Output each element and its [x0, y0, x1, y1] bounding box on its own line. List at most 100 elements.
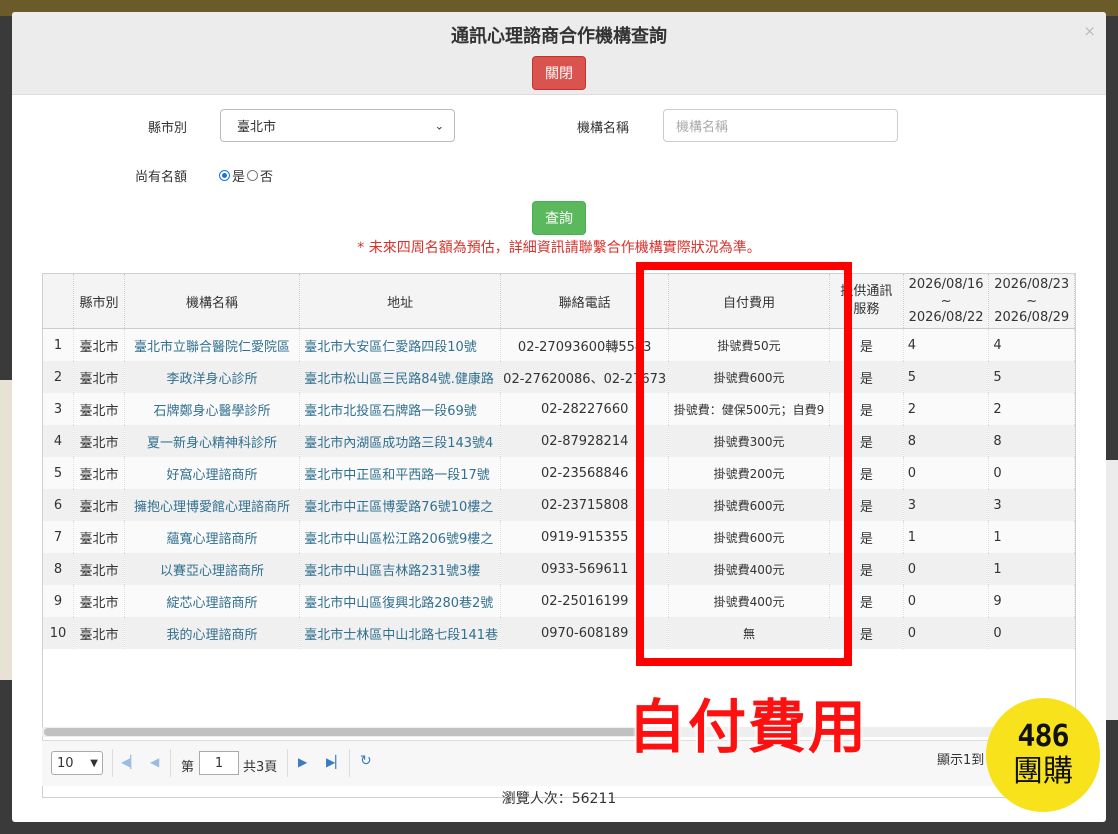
- cell-week2: 0: [988, 457, 1075, 489]
- city-select-value: 臺北市: [237, 120, 277, 135]
- cell-name[interactable]: 蘊寬心理諮商所: [124, 521, 301, 553]
- table-row[interactable]: 6 臺北市 擁抱心理博愛館心理諮商所 臺北市中正區博愛路76號10樓之 02-2…: [43, 489, 1075, 521]
- cell-address[interactable]: 臺北市中正區博愛路76號10樓之: [299, 489, 502, 521]
- quota-label: 尚有名額: [135, 170, 188, 185]
- cell-name[interactable]: 好窩心理諮商所: [124, 457, 301, 489]
- cell-week1: 1: [903, 521, 990, 553]
- table-row[interactable]: 10 臺北市 我的心理諮商所 臺北市士林區中山北路七段141巷 0970-608…: [43, 617, 1075, 649]
- annotation-label: 自付費用: [628, 693, 869, 761]
- pagination-bar: 10 ▼ ◀▏ ◀ 第 1 共3頁 ▶ ▶▏ ↻ 顯示1到: [42, 740, 1076, 786]
- org-name-label: 機構名稱: [577, 121, 630, 136]
- table-row[interactable]: 4 臺北市 夏一新身心精神科診所 臺北市內湖區成功路三段143號4 02-879…: [43, 425, 1075, 457]
- cell-address[interactable]: 臺北市北投區石牌路一段69號: [299, 393, 502, 425]
- cell-city: 臺北市: [73, 393, 125, 425]
- quota-radio-group: 是 否: [219, 166, 273, 185]
- cell-address[interactable]: 臺北市中山區松江路206號9樓之: [299, 521, 502, 553]
- dialog-title: 通訊心理諮商合作機構查詢: [451, 26, 667, 47]
- page-size-value: 10: [57, 755, 74, 771]
- cell-city: 臺北市: [73, 457, 125, 489]
- cell-week2: 3: [988, 489, 1075, 521]
- notice-text: * 未來四周名額為預估，詳細資訊請聯繫合作機構實際狀況為準。: [357, 240, 761, 256]
- cell-address[interactable]: 臺北市內湖區成功路三段143號4: [299, 425, 502, 457]
- first-page-icon[interactable]: ◀▏: [121, 755, 139, 769]
- cell-week1: 4: [903, 328, 990, 361]
- cell-address[interactable]: 臺北市中山區吉林路231號3樓: [299, 553, 502, 585]
- page-number-input[interactable]: 1: [199, 751, 239, 775]
- dialog-header: 通訊心理諮商合作機構查詢 × 關閉: [12, 12, 1106, 95]
- page-total: 共3頁: [243, 760, 278, 775]
- cell-index: 8: [43, 553, 75, 585]
- cell-week2: 1: [988, 553, 1075, 585]
- radio-yes-label: 是: [232, 170, 246, 185]
- cell-week2: 9: [988, 585, 1075, 617]
- cell-address[interactable]: 臺北市大安區仁愛路四段10號: [299, 328, 502, 361]
- cell-address[interactable]: 臺北市中山區復興北路280巷2號: [299, 585, 502, 617]
- col-header-name[interactable]: 機構名稱: [124, 274, 301, 329]
- city-label: 縣市別: [148, 121, 188, 136]
- week2-tilde: ~: [1026, 293, 1038, 309]
- horizontal-scrollbar[interactable]: [42, 727, 1042, 737]
- table-row[interactable]: 5 臺北市 好窩心理諮商所 臺北市中正區和平西路一段17號 02-2356884…: [43, 457, 1075, 489]
- city-select[interactable]: 臺北市 ⌄: [220, 109, 455, 142]
- col-header-address[interactable]: 地址: [299, 274, 502, 329]
- page-size-select[interactable]: 10 ▼: [51, 751, 103, 775]
- chevron-down-icon: ⌄: [434, 119, 444, 132]
- results-grid: 縣市別 機構名稱 地址 聯絡電話 自付費用 提供通訊服務 2026/08/16 …: [43, 274, 1075, 649]
- table-row[interactable]: 7 臺北市 蘊寬心理諮商所 臺北市中山區松江路206號9樓之 0919-9153…: [43, 521, 1075, 553]
- col-header-city[interactable]: 縣市別: [73, 274, 125, 329]
- logo-number: 486: [1017, 719, 1069, 754]
- cell-address[interactable]: 臺北市中正區和平西路一段17號: [299, 457, 502, 489]
- prev-page-icon[interactable]: ◀: [150, 755, 159, 769]
- cell-week2: 1: [988, 521, 1075, 553]
- cell-index: 4: [43, 425, 75, 457]
- org-name-input[interactable]: 機構名稱: [663, 109, 898, 142]
- close-icon[interactable]: ×: [1083, 22, 1096, 40]
- cell-city: 臺北市: [73, 489, 125, 521]
- table-row[interactable]: 1 臺北市 臺北市立聯合醫院仁愛院區 臺北市大安區仁愛路四段10號 02-270…: [43, 328, 1075, 361]
- cell-name[interactable]: 以賽亞心理諮商所: [124, 553, 301, 585]
- visit-counter: 瀏覽人次：56211: [501, 791, 617, 807]
- table-row[interactable]: 8 臺北市 以賽亞心理諮商所 臺北市中山區吉林路231號3樓 0933-5696…: [43, 553, 1075, 585]
- cell-index: 1: [43, 328, 75, 361]
- table-row[interactable]: 3 臺北市 石牌鄭身心醫學診所 臺北市北投區石牌路一段69號 02-282276…: [43, 393, 1075, 425]
- cell-city: 臺北市: [73, 328, 125, 361]
- week1-tilde: ~: [940, 293, 952, 309]
- cell-name[interactable]: 李政洋身心診所: [124, 361, 301, 393]
- scrollbar-thumb[interactable]: [44, 728, 644, 736]
- table-row[interactable]: 9 臺北市 綻芯心理諮商所 臺北市中山區復興北路280巷2號 02-250161…: [43, 585, 1075, 617]
- next-page-icon[interactable]: ▶: [298, 755, 307, 769]
- cell-city: 臺北市: [73, 617, 125, 649]
- query-button[interactable]: 查詢: [532, 201, 586, 235]
- cell-week2: 5: [988, 361, 1075, 393]
- cell-index: 3: [43, 393, 75, 425]
- cell-index: 9: [43, 585, 75, 617]
- cell-address[interactable]: 臺北市松山區三民路84號.健康路: [299, 361, 502, 393]
- cell-index: 7: [43, 521, 75, 553]
- cell-week1: 3: [903, 489, 990, 521]
- week2-start: 2026/08/23: [994, 277, 1070, 292]
- last-page-icon[interactable]: ▶▏: [326, 755, 344, 769]
- cell-name[interactable]: 綻芯心理諮商所: [124, 585, 301, 617]
- cell-name[interactable]: 石牌鄭身心醫學診所: [124, 393, 301, 425]
- close-button[interactable]: 關閉: [532, 56, 586, 90]
- radio-no[interactable]: [247, 170, 259, 181]
- refresh-icon[interactable]: ↻: [360, 753, 372, 769]
- pager-info: 顯示1到: [937, 753, 985, 768]
- cell-address[interactable]: 臺北市士林區中山北路七段141巷: [299, 617, 502, 649]
- cell-name[interactable]: 我的心理諮商所: [124, 617, 301, 649]
- cell-name[interactable]: 擁抱心理博愛館心理諮商所: [124, 489, 301, 521]
- table-row[interactable]: 2 臺北市 李政洋身心診所 臺北市松山區三民路84號.健康路 02-276200…: [43, 361, 1075, 393]
- cell-week2: 0: [988, 617, 1075, 649]
- cell-index: 6: [43, 489, 75, 521]
- pager-divider: [112, 749, 113, 777]
- col-header-week2[interactable]: 2026/08/23 ~ 2026/08/29: [988, 274, 1075, 329]
- radio-yes[interactable]: [219, 170, 230, 181]
- cell-city: 臺北市: [73, 521, 125, 553]
- cell-city: 臺北市: [73, 553, 125, 585]
- week2-end: 2026/08/29: [994, 310, 1070, 325]
- col-header-index: [43, 274, 75, 329]
- col-header-week1[interactable]: 2026/08/16 ~ 2026/08/22: [903, 274, 990, 329]
- cell-week1: 0: [903, 457, 990, 489]
- cell-name[interactable]: 臺北市立聯合醫院仁愛院區: [124, 328, 301, 361]
- cell-name[interactable]: 夏一新身心精神科診所: [124, 425, 301, 457]
